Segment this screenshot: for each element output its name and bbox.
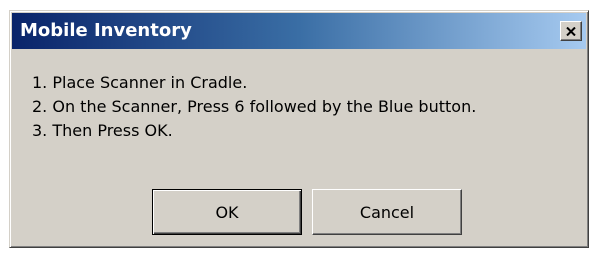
cancel-button[interactable]: Cancel [312,189,462,235]
ok-button[interactable]: OK [152,189,302,235]
close-button[interactable] [560,21,582,41]
instruction-list: 1. Place Scanner in Cradle. 2. On the Sc… [32,71,476,143]
instruction-line-2: 2. On the Scanner, Press 6 followed by t… [32,97,477,116]
title-bar[interactable]: Mobile Inventory [12,13,586,49]
window-title: Mobile Inventory [20,20,192,41]
instruction-line-3: 3. Then Press OK. [32,121,173,140]
message-dialog: Mobile Inventory 1. Place Scanner in Cra… [9,10,589,248]
close-icon [566,26,576,36]
instruction-line-1: 1. Place Scanner in Cradle. [32,73,248,92]
